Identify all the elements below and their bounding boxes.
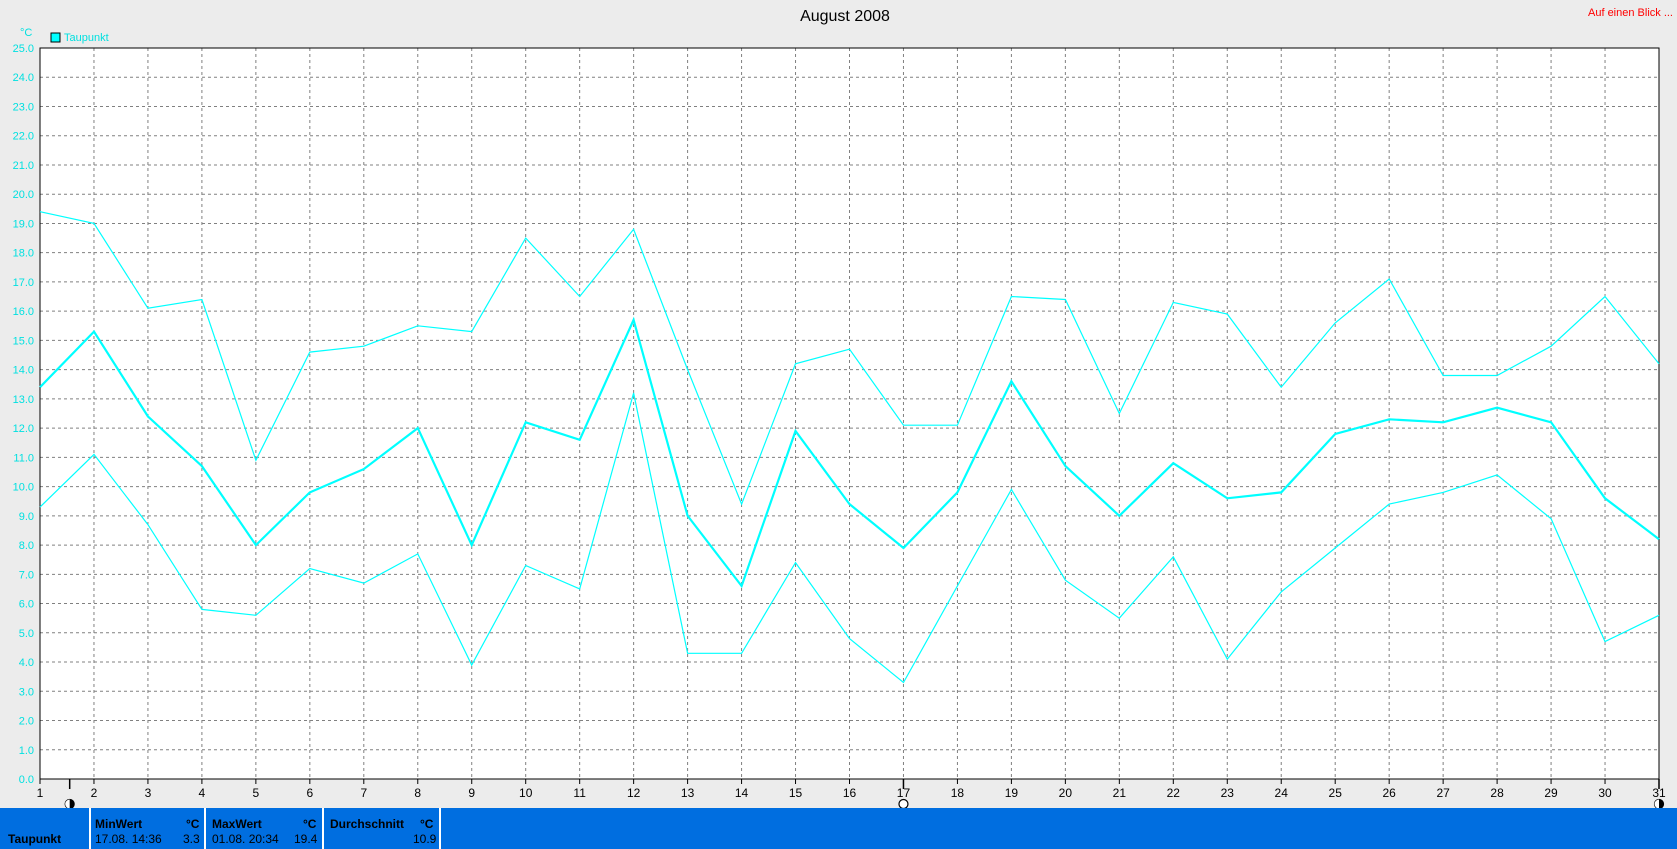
- x-tick-label: 29: [1544, 786, 1558, 800]
- y-tick-label: 0.0: [19, 774, 34, 786]
- y-tick-label: 10.0: [13, 482, 34, 494]
- min-unit: °C: [186, 817, 200, 831]
- x-tick-label: 27: [1436, 786, 1450, 800]
- x-tick-label: 2: [91, 786, 98, 800]
- stats-separator: [204, 808, 206, 849]
- x-tick-label: 23: [1221, 786, 1235, 800]
- y-tick-label: 25.0: [13, 43, 34, 55]
- y-tick-label: 1.0: [19, 745, 34, 757]
- x-tick-label: 18: [951, 786, 965, 800]
- x-tick-label: 15: [789, 786, 803, 800]
- max-unit: °C: [303, 817, 317, 831]
- y-tick-label: 21.0: [13, 160, 34, 172]
- grid: [40, 48, 1659, 779]
- y-tick-label: 20.0: [13, 189, 34, 201]
- y-tick-label: 15.0: [13, 335, 34, 347]
- x-tick-label: 24: [1275, 786, 1289, 800]
- moon-new-icon: [898, 798, 909, 808]
- x-axis-markers: [64, 779, 1665, 808]
- x-tick-label: 6: [306, 786, 313, 800]
- x-tick-label: 16: [843, 786, 857, 800]
- y-tick-label: 3.0: [19, 686, 34, 698]
- y-tick-label: 6.0: [19, 599, 34, 611]
- avg-unit: °C: [420, 817, 434, 831]
- x-tick-label: 30: [1598, 786, 1612, 800]
- x-tick-label: 19: [1005, 786, 1019, 800]
- min-value: 3.3: [183, 832, 200, 846]
- x-tick-label: 26: [1382, 786, 1396, 800]
- y-tick-label: 24.0: [13, 72, 34, 84]
- x-tick-label: 21: [1113, 786, 1127, 800]
- stats-separator: [322, 808, 324, 849]
- x-tick-label: 14: [735, 786, 749, 800]
- x-tick-label: 8: [414, 786, 421, 800]
- x-tick-label: 25: [1329, 786, 1343, 800]
- y-tick-label: 17.0: [13, 277, 34, 289]
- y-tick-label: 5.0: [19, 628, 34, 640]
- y-tick-label: 4.0: [19, 657, 34, 669]
- y-tick-label: 9.0: [19, 511, 34, 523]
- y-tick-label: 14.0: [13, 365, 34, 377]
- min-label: MinWert: [95, 817, 143, 831]
- y-tick-label: 22.0: [13, 131, 34, 143]
- x-tick-label: 11: [573, 786, 586, 800]
- y-tick-label: 2.0: [19, 716, 34, 728]
- min-when: 17.08. 14:36: [95, 832, 162, 846]
- x-tick-label: 1: [37, 786, 44, 800]
- y-tick-label: 12.0: [13, 423, 34, 435]
- x-tick-label: 5: [253, 786, 260, 800]
- x-tick-label: 20: [1059, 786, 1073, 800]
- stats-row-label: Taupunkt: [8, 832, 62, 846]
- max-when: 01.08. 20:34: [212, 832, 279, 846]
- y-tick-label: 8.0: [19, 540, 34, 552]
- chart: 0.01.02.03.04.05.06.07.08.09.010.011.012…: [13, 7, 1673, 808]
- chart-title: August 2008: [800, 8, 890, 25]
- avg-value: 10.9: [413, 832, 437, 846]
- legend-swatch: [50, 32, 61, 43]
- y-tick-label: 7.0: [19, 569, 34, 581]
- y-tick-label: 11.0: [13, 452, 34, 464]
- y-tick-label: 16.0: [13, 306, 34, 318]
- x-tick-label: 9: [468, 786, 475, 800]
- x-tick-label: 4: [199, 786, 206, 800]
- y-tick-label: 19.0: [13, 218, 34, 230]
- x-tick-label: 3: [145, 786, 152, 800]
- y-axis-unit: °C: [20, 27, 32, 39]
- x-tick-label: 10: [519, 786, 533, 800]
- stats-separator: [89, 808, 91, 849]
- legend-label: Taupunkt: [64, 32, 109, 44]
- stats-separator: [439, 808, 441, 849]
- x-tick-label: 13: [681, 786, 695, 800]
- x-tick-label: 7: [360, 786, 367, 800]
- max-label: MaxWert: [212, 817, 262, 831]
- x-tick-label: 12: [627, 786, 641, 800]
- y-tick-label: 18.0: [13, 248, 34, 260]
- y-tick-label: 23.0: [13, 101, 34, 113]
- y-tick-label: 13.0: [13, 394, 34, 406]
- avg-label: Durchschnitt: [330, 817, 405, 831]
- overview-link[interactable]: Auf einen Blick ...: [1588, 7, 1673, 19]
- max-value: 19.4: [294, 832, 318, 846]
- x-tick-label: 22: [1167, 786, 1181, 800]
- x-tick-label: 28: [1490, 786, 1504, 800]
